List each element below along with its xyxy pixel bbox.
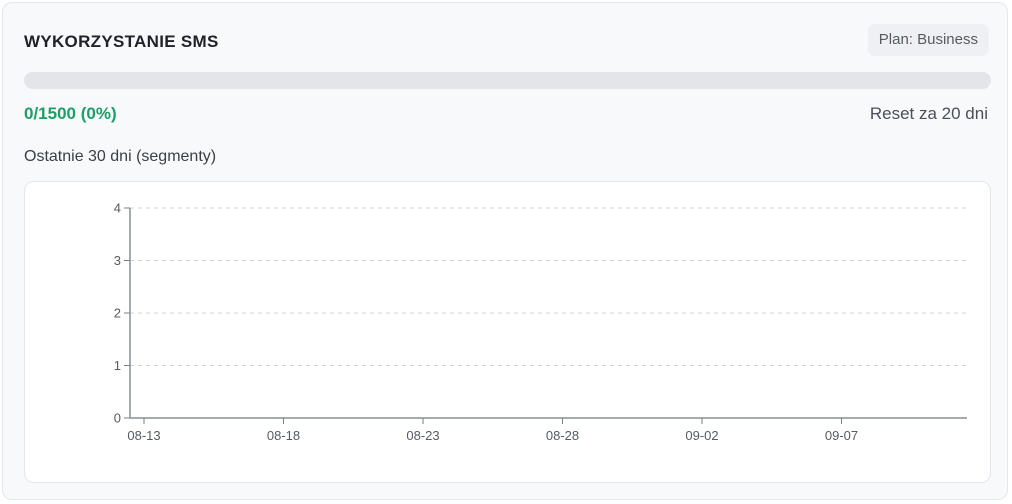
y-tick-label-3: 3 — [114, 253, 121, 268]
x-tick-label-08-13: 08-13 — [127, 428, 160, 443]
usage-chart-svg: 0 1 2 3 4 08-13 08-18 08-23 08-28 09-02 09-07 — [114, 201, 967, 443]
usage-progress-bar — [24, 72, 991, 89]
chart-caption: Ostatnie 30 dni (segmenty) — [24, 148, 217, 165]
x-tick-label-08-23: 08-23 — [406, 428, 439, 443]
x-tick-label-08-28: 08-28 — [546, 428, 579, 443]
y-tick-label-4: 4 — [114, 201, 121, 216]
sms-usage-card: WYKORZYSTANIE SMS Plan: Business 0/1500 … — [2, 2, 1008, 500]
card-title: WYKORZYSTANIE SMS — [24, 32, 219, 51]
y-tick-label-1: 1 — [114, 358, 121, 373]
y-tick-label-0: 0 — [114, 411, 121, 426]
x-tick-label-08-18: 08-18 — [267, 428, 300, 443]
x-tick-label-09-07: 09-07 — [825, 428, 858, 443]
x-tick-label-09-02: 09-02 — [685, 428, 718, 443]
reset-countdown: Reset za 20 dni — [869, 104, 988, 123]
y-tick-label-2: 2 — [114, 306, 121, 321]
plan-badge: Plan: Business — [867, 24, 989, 56]
usage-count: 0/1500 (0%) — [24, 104, 117, 123]
usage-chart: 0 1 2 3 4 08-13 08-18 08-23 08-28 09-02 09-07 — [24, 181, 991, 483]
